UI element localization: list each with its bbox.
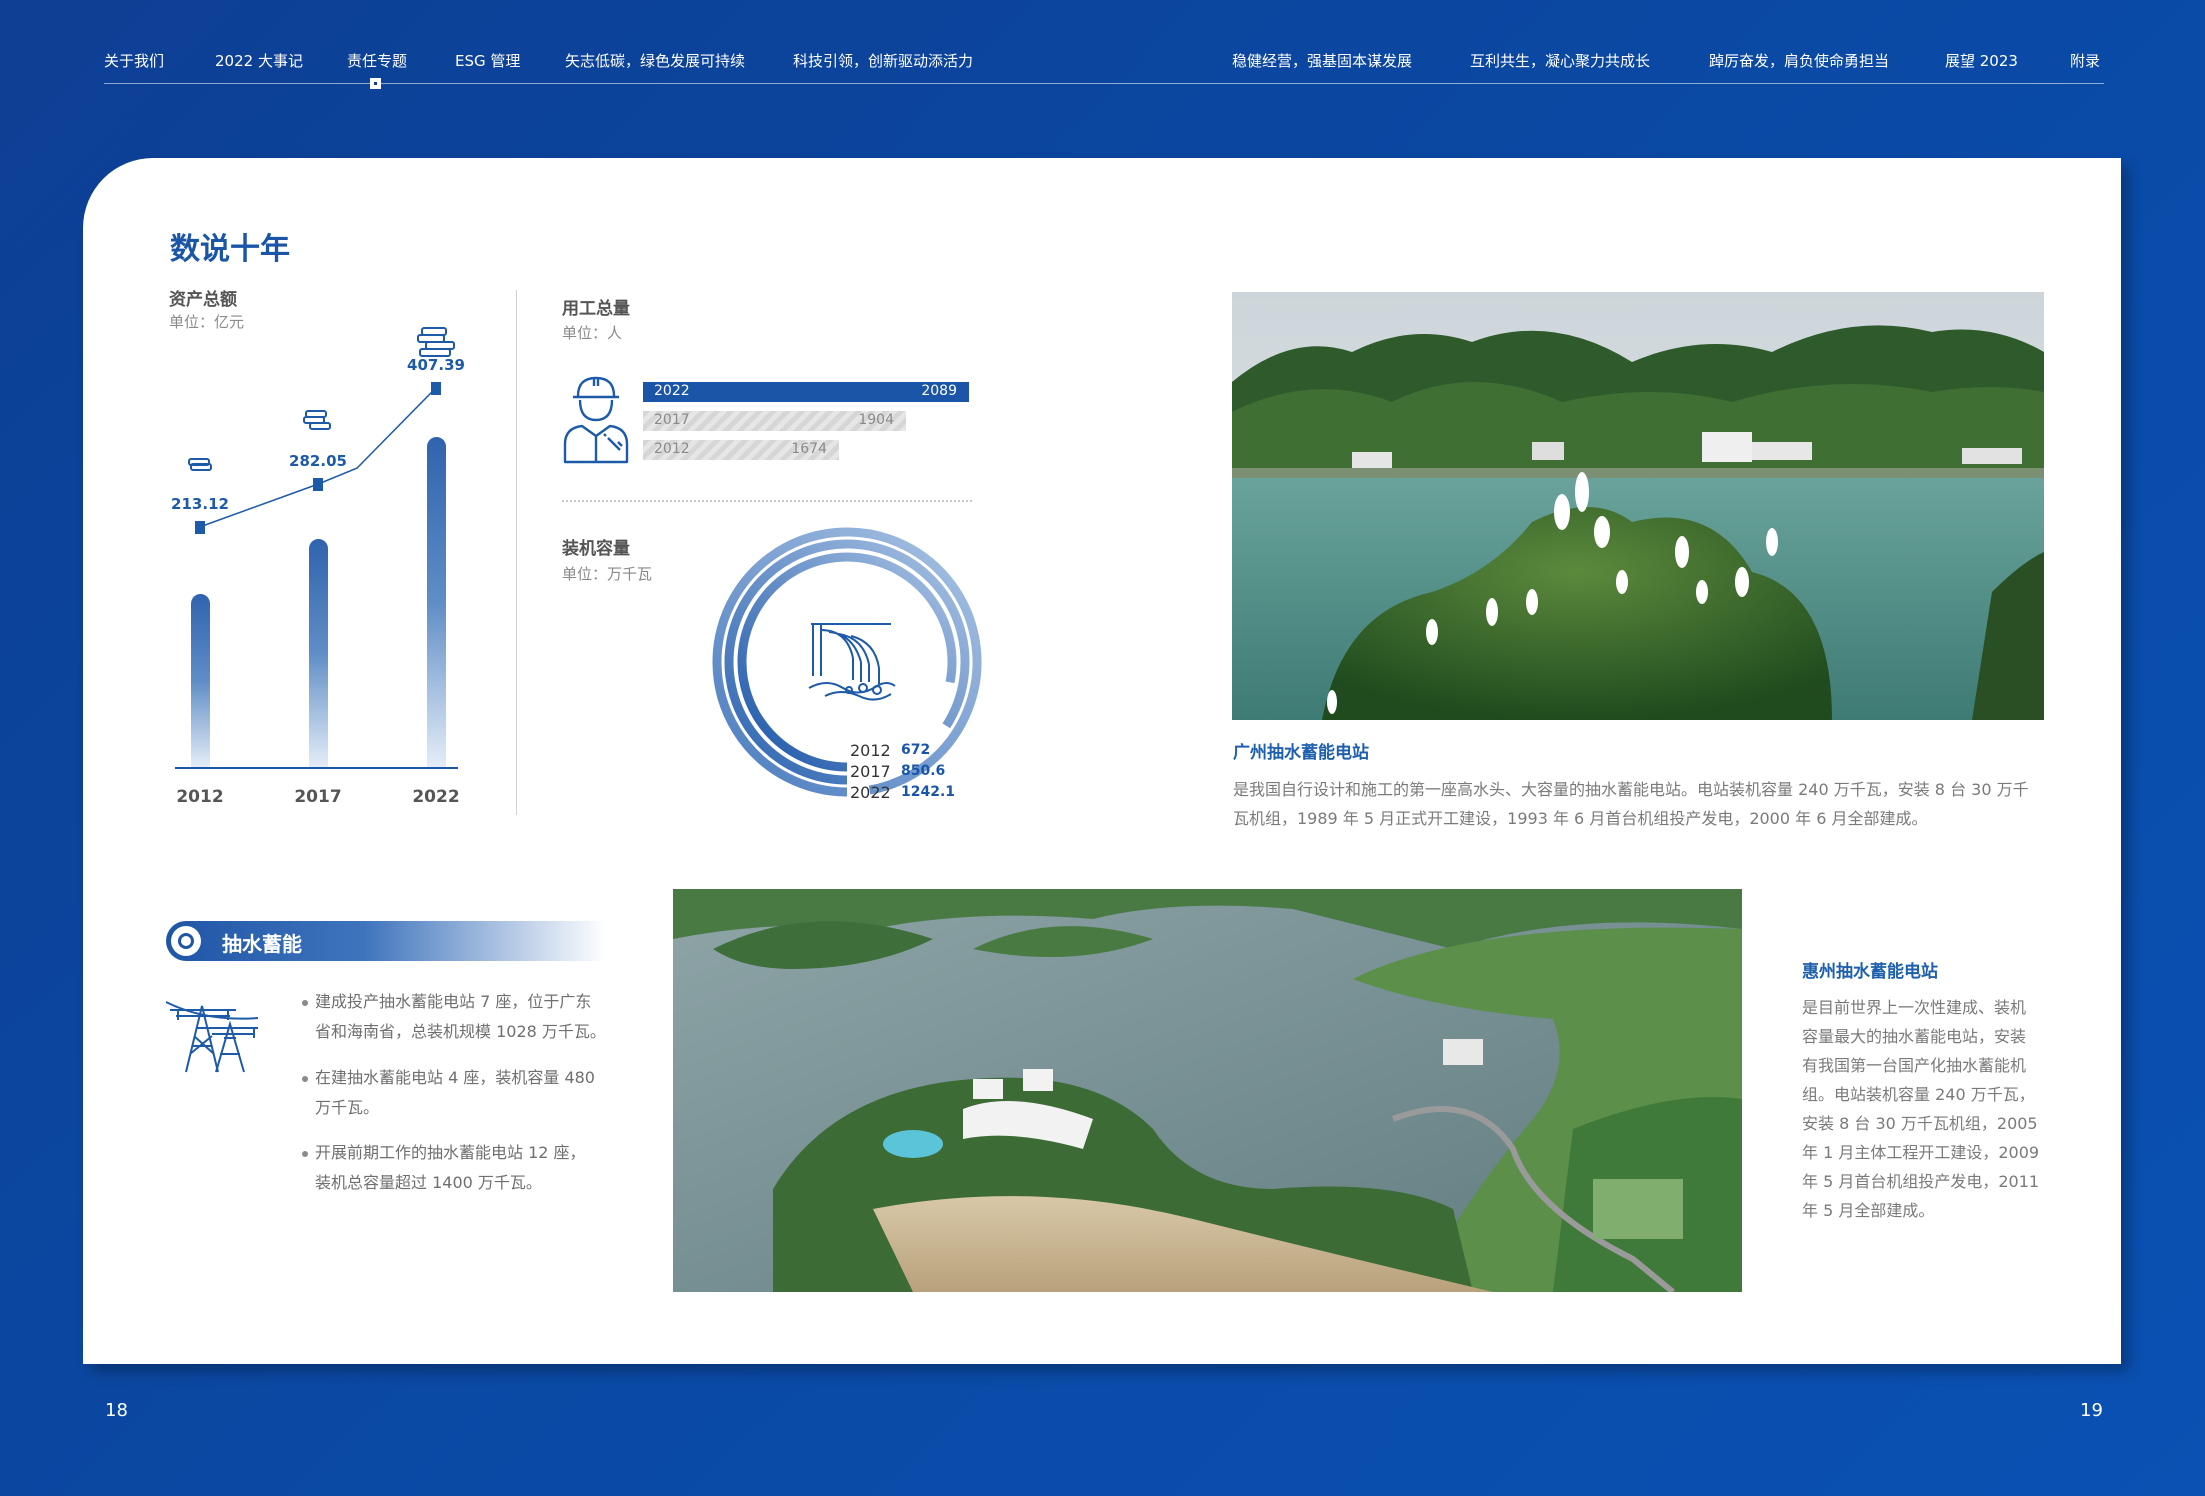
assets-category-label: 2012 bbox=[176, 787, 224, 807]
top-navigation: 关于我们 2022 大事记 责任专题 ESG 管理 矢志低碳，绿色发展可持续 科… bbox=[104, 0, 2104, 90]
capacity-year-label: 2022 bbox=[850, 783, 891, 802]
page-number-left: 18 bbox=[105, 1400, 128, 1421]
assets-trend-point bbox=[313, 478, 323, 492]
assets-bar-2022 bbox=[427, 437, 446, 767]
employees-bar-value: 2089 bbox=[921, 383, 957, 399]
huizhou-desc-line: 年 5 月全部建成。 bbox=[1802, 1201, 1935, 1220]
dam-icon bbox=[808, 623, 896, 701]
guangzhou-station-title: 广州抽水蓄能电站 bbox=[1233, 743, 1369, 763]
assets-trend-point bbox=[431, 381, 441, 395]
section-divider-dotted bbox=[562, 500, 972, 502]
employees-bar-year: 2017 bbox=[654, 412, 690, 428]
assets-baseline bbox=[175, 767, 458, 769]
power-tower-icon bbox=[166, 1001, 259, 1073]
pumped-storage-banner: 抽水蓄能 bbox=[166, 921, 606, 961]
guangzhou-station-photo bbox=[1232, 292, 2044, 720]
nav-item-esg-management[interactable]: ESG 管理 bbox=[455, 50, 520, 71]
huizhou-desc-line: 容量最大的抽水蓄能电站，安装 bbox=[1802, 1027, 2027, 1046]
employees-bar-value: 1904 bbox=[858, 412, 894, 428]
capacity-unit: 单位：万千瓦 bbox=[562, 565, 653, 583]
capacity-value-label: 672 bbox=[901, 742, 931, 758]
page-number-right: 19 bbox=[2080, 1400, 2103, 1421]
coins-icon-medium bbox=[303, 410, 331, 430]
employees-unit: 单位：人 bbox=[562, 324, 623, 342]
capacity-label: 装机容量 bbox=[562, 539, 630, 559]
guangzhou-desc-line: 瓦机组，1989 年 5 月正式开工建设，1993 年 6 月首台机组投产发电，… bbox=[1233, 809, 1928, 828]
huizhou-desc-line: 年 5 月首台机组投产发电，2011 bbox=[1802, 1172, 2040, 1191]
assets-label: 资产总额 bbox=[169, 290, 237, 310]
bullet-item: 建成投产抽水蓄能电站 7 座，位于广东 省和海南省，总装机规模 1028 万千瓦… bbox=[302, 987, 625, 1047]
assets-bar-2012 bbox=[191, 594, 210, 767]
capacity-value-label: 1242.1 bbox=[901, 784, 956, 800]
employees-bar-value: 1674 bbox=[791, 441, 827, 457]
assets-value-label: 282.05 bbox=[289, 452, 347, 471]
nav-item-mutual-benefit[interactable]: 互利共生，凝心聚力共成长 bbox=[1470, 50, 1650, 71]
nav-item-about[interactable]: 关于我们 bbox=[104, 50, 164, 71]
nav-active-marker bbox=[370, 78, 381, 89]
guangzhou-desc-line: 是我国自行设计和施工的第一座高水头、大容量的抽水蓄能电站。电站装机容量 240 … bbox=[1233, 780, 2029, 799]
worker-icon bbox=[563, 376, 629, 464]
employees-bar-2012: 2012 1674 bbox=[643, 440, 839, 460]
assets-bar-2017 bbox=[309, 538, 328, 767]
huizhou-station-description: 是目前世界上一次性建成、装机 容量最大的抽水蓄能电站，安装 有我国第一台国产化抽… bbox=[1802, 993, 2052, 1225]
assets-category-label: 2022 bbox=[412, 787, 460, 807]
capacity-year-label: 2017 bbox=[850, 762, 891, 781]
nav-item-steady-operation[interactable]: 稳健经营，强基固本谋发展 bbox=[1232, 50, 1412, 71]
bullet-item: 开展前期工作的抽水蓄能电站 12 座， 装机总容量超过 1400 万千瓦。 bbox=[302, 1138, 625, 1198]
employees-bar-year: 2012 bbox=[654, 441, 690, 457]
guangzhou-station-description: 是我国自行设计和施工的第一座高水头、大容量的抽水蓄能电站。电站装机容量 240 … bbox=[1233, 775, 2053, 833]
coins-icon-large bbox=[417, 327, 455, 357]
huizhou-desc-line: 组。电站装机容量 240 万千瓦， bbox=[1802, 1085, 2035, 1104]
huizhou-desc-line: 安装 8 台 30 万千瓦机组，2005 bbox=[1802, 1114, 2038, 1133]
employees-bar-2022: 2022 2089 bbox=[643, 382, 969, 402]
nav-item-appendix[interactable]: 附录 bbox=[2070, 50, 2100, 71]
huizhou-desc-line: 年 1 月主体工程开工建设，2009 bbox=[1802, 1143, 2040, 1162]
column-divider bbox=[516, 290, 517, 815]
nav-item-responsibility-topics[interactable]: 责任专题 bbox=[347, 50, 407, 71]
nav-divider-line bbox=[104, 83, 2104, 84]
assets-category-label: 2017 bbox=[294, 787, 342, 807]
nav-item-low-carbon[interactable]: 矢志低碳，绿色发展可持续 bbox=[565, 50, 745, 71]
huizhou-desc-line: 是目前世界上一次性建成、装机 bbox=[1802, 998, 2027, 1017]
coins-icon-small bbox=[188, 458, 212, 471]
huizhou-station-photo bbox=[673, 889, 1742, 1292]
huizhou-desc-line: 有我国第一台国产化抽水蓄能机 bbox=[1802, 1056, 2027, 1075]
employees-bar-year: 2022 bbox=[654, 383, 690, 399]
nav-item-innovation[interactable]: 科技引领，创新驱动添活力 bbox=[793, 50, 973, 71]
assets-value-label: 213.12 bbox=[171, 494, 229, 513]
huizhou-station-title: 惠州抽水蓄能电站 bbox=[1802, 962, 1938, 982]
target-icon bbox=[171, 926, 201, 956]
nav-item-events-2022[interactable]: 2022 大事记 bbox=[215, 50, 303, 71]
nav-item-outlook-2023[interactable]: 展望 2023 bbox=[1945, 50, 2018, 71]
assets-unit: 单位：亿元 bbox=[169, 313, 245, 331]
bullet-item: 在建抽水蓄能电站 4 座，装机容量 480 万千瓦。 bbox=[302, 1063, 625, 1123]
pumped-storage-title: 抽水蓄能 bbox=[222, 932, 302, 956]
nav-item-mission[interactable]: 踔厉奋发，肩负使命勇担当 bbox=[1709, 50, 1889, 71]
section-title: 数说十年 bbox=[170, 232, 290, 267]
assets-trend-point bbox=[195, 520, 205, 534]
employees-bar-2017: 2017 1904 bbox=[643, 411, 906, 431]
capacity-value-label: 850.6 bbox=[901, 763, 946, 779]
capacity-year-label: 2012 bbox=[850, 741, 891, 760]
employees-label: 用工总量 bbox=[562, 299, 630, 319]
